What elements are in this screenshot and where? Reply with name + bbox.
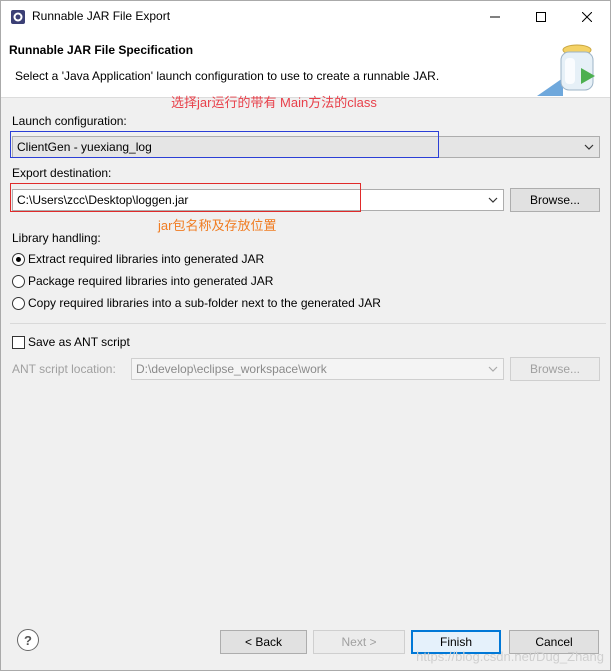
radio-copy-label[interactable]: Copy required libraries into a sub-folde… bbox=[28, 296, 381, 310]
back-button[interactable]: < Back bbox=[220, 630, 307, 654]
launch-config-select[interactable]: ClientGen - yuexiang_log bbox=[12, 136, 600, 158]
radio-copy-libraries[interactable] bbox=[12, 297, 25, 310]
ant-location-value: D:\develop\eclipse_workspace\work bbox=[136, 362, 327, 376]
chevron-down-icon bbox=[488, 197, 498, 203]
close-button[interactable] bbox=[564, 1, 610, 32]
page-description: Select a 'Java Application' launch confi… bbox=[15, 69, 440, 83]
save-ant-label[interactable]: Save as ANT script bbox=[28, 335, 130, 349]
wizard-header: Runnable JAR File Specification Select a… bbox=[1, 32, 610, 98]
next-button[interactable]: Next > bbox=[313, 630, 405, 654]
ant-location-label: ANT script location: bbox=[12, 362, 116, 376]
launch-config-annotation: 选择jar运行的带有 Main方法的class bbox=[171, 95, 377, 110]
chevron-down-icon bbox=[584, 144, 594, 150]
export-destination-value: C:\Users\zcc\Desktop\loggen.jar bbox=[17, 193, 189, 207]
page-title: Runnable JAR File Specification bbox=[9, 43, 194, 57]
ant-browse-button[interactable]: Browse... bbox=[510, 357, 600, 381]
radio-extract-label[interactable]: Extract required libraries into generate… bbox=[28, 252, 264, 266]
maximize-button[interactable] bbox=[518, 1, 564, 32]
export-destination-input[interactable]: C:\Users\zcc\Desktop\loggen.jar bbox=[12, 189, 504, 211]
eclipse-app-icon bbox=[11, 10, 25, 24]
chevron-down-icon bbox=[488, 366, 498, 372]
ant-location-input[interactable]: D:\develop\eclipse_workspace\work bbox=[131, 358, 504, 380]
library-handling-label: Library handling: bbox=[12, 231, 101, 245]
maximize-icon bbox=[536, 11, 546, 22]
title-bar: Runnable JAR File Export bbox=[1, 1, 610, 32]
close-icon bbox=[582, 11, 592, 22]
section-divider bbox=[10, 323, 606, 324]
window-title: Runnable JAR File Export bbox=[32, 9, 171, 23]
radio-package-libraries[interactable] bbox=[12, 275, 25, 288]
launch-config-label: Launch configuration: bbox=[12, 114, 127, 128]
minimize-icon bbox=[490, 16, 500, 17]
export-annotation: jar包名称及存放位置 bbox=[158, 218, 277, 233]
watermark-text: https://blog.csdn.net/Dug_Zhang bbox=[416, 649, 604, 664]
export-destination-label: Export destination: bbox=[12, 166, 112, 180]
jar-export-banner-icon bbox=[537, 44, 595, 96]
save-ant-checkbox[interactable] bbox=[12, 336, 25, 349]
minimize-button[interactable] bbox=[472, 1, 518, 32]
dialog-window: Runnable JAR File Export Runnable JAR Fi… bbox=[0, 0, 611, 671]
radio-package-label[interactable]: Package required libraries into generate… bbox=[28, 274, 273, 288]
help-icon[interactable]: ? bbox=[17, 629, 39, 651]
export-browse-button[interactable]: Browse... bbox=[510, 188, 600, 212]
launch-config-value: ClientGen - yuexiang_log bbox=[17, 140, 152, 154]
radio-extract-libraries[interactable] bbox=[12, 253, 25, 266]
